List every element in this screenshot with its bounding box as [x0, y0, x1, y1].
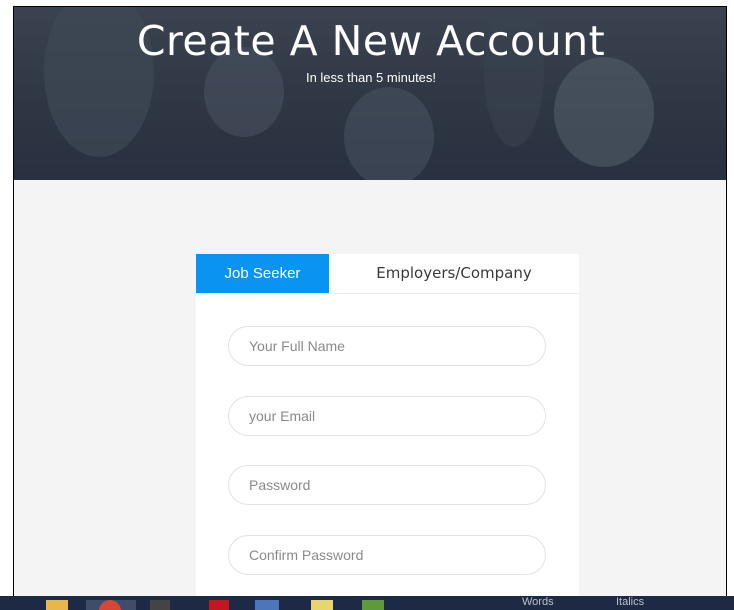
full-name-input[interactable] — [228, 326, 546, 366]
account-type-tabs: Job Seeker Employers/Company — [196, 254, 579, 294]
os-taskbar: Words Italics — [0, 596, 734, 610]
tab-employers-company[interactable]: Employers/Company — [329, 254, 579, 293]
page-subtitle: In less than 5 minutes! — [305, 70, 437, 85]
confirm-password-input[interactable] — [228, 535, 546, 575]
app-icon[interactable] — [362, 600, 384, 610]
app-icon[interactable] — [255, 600, 279, 610]
password-input[interactable] — [228, 465, 546, 505]
taskbar-text-words: Words — [522, 596, 554, 608]
email-input[interactable] — [228, 396, 546, 436]
folder-icon[interactable] — [46, 600, 68, 610]
chrome-icon[interactable] — [86, 600, 136, 610]
hero-banner: Create A New Account In less than 5 minu… — [14, 7, 726, 180]
taskbar-text-italics: Italics — [616, 596, 645, 608]
browser-viewport: Create A New Account In less than 5 minu… — [13, 6, 727, 598]
notes-icon[interactable] — [311, 600, 333, 610]
tab-job-seeker[interactable]: Job Seeker — [196, 254, 329, 293]
page-title: Create A New Account — [136, 17, 606, 65]
signup-card: Job Seeker Employers/Company — [196, 254, 579, 598]
app-icon[interactable] — [150, 600, 170, 610]
pdf-icon[interactable] — [209, 600, 229, 610]
